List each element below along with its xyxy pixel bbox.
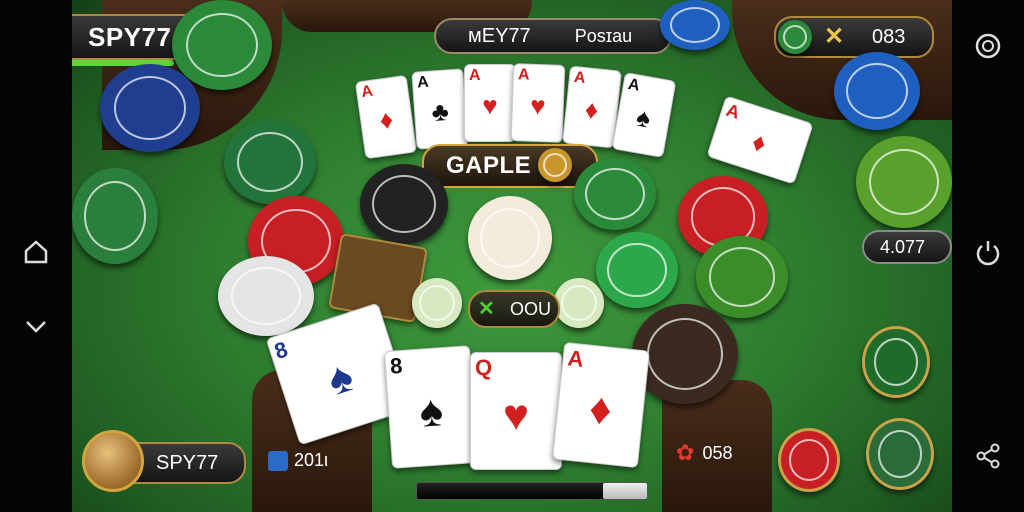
top-card[interactable]: A ♠ <box>611 72 677 158</box>
center-pot-value: ООU <box>510 298 552 319</box>
card-suit: ♠ <box>321 351 360 406</box>
settings-chip-icon[interactable] <box>778 20 812 54</box>
share-icon[interactable] <box>972 440 1004 472</box>
card-suit: ♥ <box>502 391 530 440</box>
chip-white-left <box>218 256 314 336</box>
top-card[interactable]: A ♥ <box>464 64 516 142</box>
chip-blue-right <box>834 52 920 130</box>
chip-green-right <box>696 236 788 318</box>
score-top-right-value: 083 <box>872 25 906 48</box>
chip-green-edge <box>72 168 158 264</box>
card-rank: A <box>469 67 481 84</box>
chip-green-top <box>172 0 272 90</box>
card-rank: A <box>416 73 430 92</box>
flower-icon: ✿ <box>676 440 695 465</box>
close-icon[interactable]: ✕ <box>824 22 844 51</box>
bottom-left-tray: 201ι <box>268 450 328 471</box>
card-suit: ♣ <box>430 96 450 128</box>
opponent-name: ᴍEY77 <box>468 24 531 47</box>
card-suit: ♦ <box>583 93 600 126</box>
player-bottom-avatar[interactable] <box>82 430 144 492</box>
chip-black-center <box>360 164 448 244</box>
pot-chip-right-icon <box>554 278 604 328</box>
game-table: SPY77 ᴍEY77 Posɪau 083 ✕ A ♦ A ♣ A ♥ A ♥ A ♦ A ♠ A ♦… <box>72 0 952 512</box>
action-button[interactable] <box>866 418 934 490</box>
chip-green-center <box>574 158 656 230</box>
hand-card[interactable]: A ♦ <box>552 341 650 469</box>
top-card[interactable]: A ♥ <box>510 63 566 143</box>
hand-card[interactable]: Q ♥ <box>470 352 562 470</box>
gaple-coin-icon <box>538 148 572 182</box>
card-rank: 8 <box>389 352 404 379</box>
card-rank: A <box>626 75 641 95</box>
bottom-right-tray: ✿ 058 <box>676 440 732 466</box>
chip-blue-left <box>100 64 200 152</box>
opponent-status: Posɪau <box>574 25 633 46</box>
chat-button[interactable] <box>778 428 840 492</box>
system-bar-left <box>0 0 72 512</box>
chip-blue-top <box>660 0 730 50</box>
pot-chip-left-icon <box>412 278 462 328</box>
chip-green-mid <box>596 232 678 308</box>
bet-slider[interactable] <box>416 482 648 500</box>
right-value-panel: 4.077 <box>862 230 952 264</box>
bottom-right-value: 058 <box>702 442 733 463</box>
gaple-label: GAPLE <box>446 152 532 179</box>
card-suit: ♥ <box>529 90 547 121</box>
player-bottom-name: SPY77 <box>156 451 219 474</box>
card-suit: ♥ <box>482 90 498 121</box>
card-rank: A <box>360 82 375 102</box>
chip-white-center <box>468 196 552 280</box>
refresh-icon[interactable] <box>972 30 1004 62</box>
bottom-left-value: 201ι <box>294 450 329 470</box>
card-suit: ♠ <box>634 101 653 134</box>
bet-slider-handle[interactable] <box>603 483 647 499</box>
chip-lime-right <box>856 136 952 228</box>
chevron-down-icon[interactable] <box>20 310 52 342</box>
right-value: 4.077 <box>880 236 926 257</box>
emote-button[interactable] <box>862 326 930 398</box>
card-rank: A <box>566 345 585 372</box>
card-suit: ♦ <box>586 383 615 436</box>
card-rank: A <box>517 66 530 84</box>
home-icon[interactable] <box>20 236 52 268</box>
card-rank: 8 <box>271 336 291 365</box>
card-rank: Q <box>475 355 493 380</box>
power-icon[interactable] <box>972 236 1004 268</box>
hand-card[interactable]: 8 ♠ <box>383 345 479 469</box>
chip-green-left <box>224 120 316 204</box>
pot-x-icon: ✕ <box>478 298 495 320</box>
top-card[interactable]: A ♦ <box>354 74 418 160</box>
card-suit: ♠ <box>417 386 445 437</box>
card-suit: ♦ <box>377 103 396 136</box>
player-top-name: SPY77 <box>88 21 172 52</box>
card-rank: A <box>573 69 587 88</box>
top-card[interactable]: A ♣ <box>411 68 469 150</box>
gem-icon <box>268 450 288 471</box>
opponent-top-panel: ᴍEY77 Posɪau <box>434 18 672 54</box>
system-bar-right <box>952 0 1024 512</box>
